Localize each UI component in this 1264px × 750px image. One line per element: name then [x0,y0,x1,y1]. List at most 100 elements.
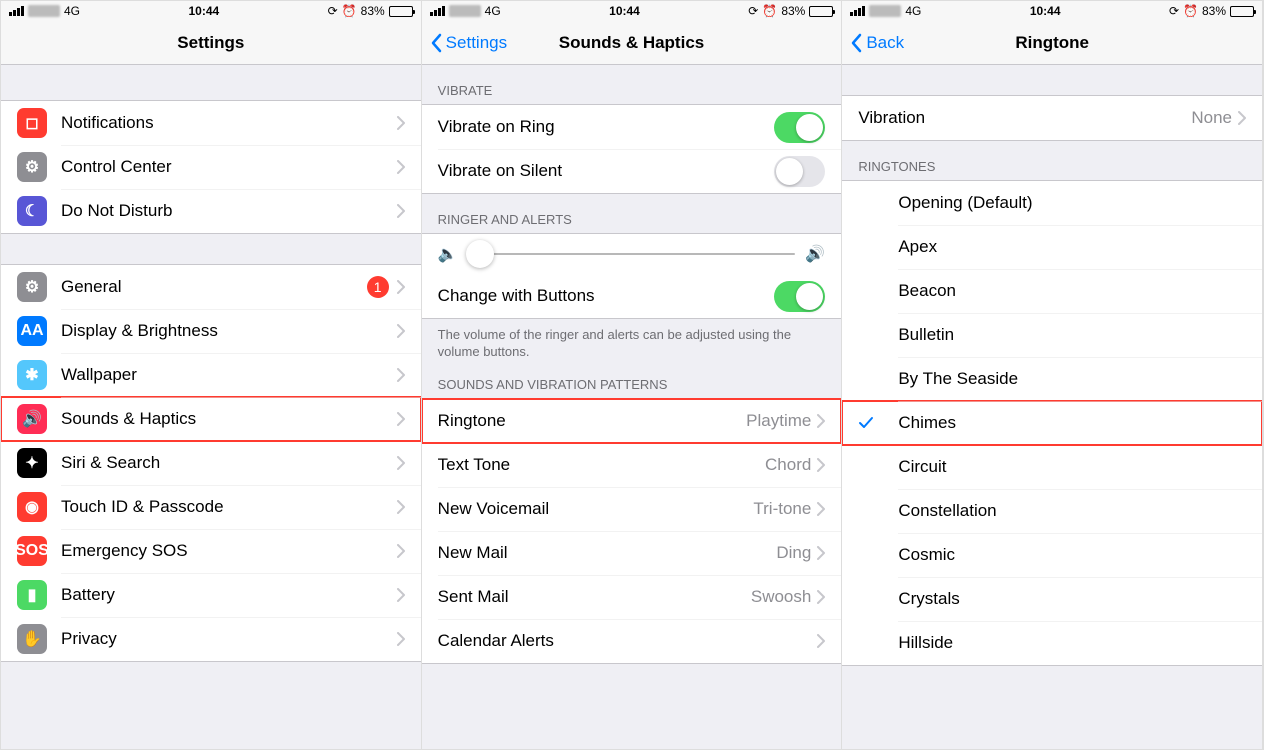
vibrate-row[interactable]: Vibrate on Ring [422,105,842,149]
back-button[interactable]: Back [850,33,904,53]
toggle[interactable] [774,156,825,187]
settings-group-2: ⚙ General1 AA Display & Brightness ✱Wallpape… [1,264,421,662]
settings-scroll[interactable]: ◻Notifications⚙Control Center☾Do Not Dis… [1,65,421,749]
row-label: Display & Brightness [61,321,397,341]
pattern-row-sent-mail[interactable]: Sent MailSwoosh [422,575,842,619]
ringtone-row-bulletin[interactable]: Bulletin [842,313,1262,357]
ringtone-row-circuit[interactable]: Circuit [842,445,1262,489]
row-label: Constellation [898,501,1246,521]
pattern-row-ringtone[interactable]: RingtonePlaytime [422,399,842,443]
battery-icon [1230,6,1254,17]
change-with-buttons-row[interactable]: Change with Buttons [422,274,842,318]
vibrate-row[interactable]: Vibrate on Silent [422,149,842,193]
status-time: 10:44 [188,4,219,18]
chevron-right-icon [817,458,825,472]
ringtone-row-apex[interactable]: Apex [842,225,1262,269]
row-label: Touch ID & Passcode [61,497,397,517]
status-time: 10:44 [1030,4,1061,18]
row-label: Opening (Default) [898,193,1246,213]
screen-settings: 4G 10:44 ⟳ ⏰ 83% Settings ◻Notifications… [1,1,422,749]
change-with-buttons-toggle[interactable] [774,281,825,312]
row-value: Chord [765,455,811,475]
vibration-row[interactable]: Vibration None [842,96,1262,140]
ringtone-row-by-the-seaside[interactable]: By The Seaside [842,357,1262,401]
volume-slider[interactable] [468,253,796,255]
settings-row-notifications[interactable]: ◻Notifications [1,101,421,145]
status-time: 10:44 [609,4,640,18]
row-label: Cosmic [898,545,1246,565]
settings-row-privacy[interactable]: ✋Privacy [1,617,421,661]
settings-row-display[interactable]: AA Display & Brightness [1,309,421,353]
settings-row-control-center[interactable]: ⚙Control Center [1,145,421,189]
settings-row-battery[interactable]: ▮Battery [1,573,421,617]
ringtone-scroll[interactable]: Vibration None RINGTONES Opening (Defaul… [842,65,1262,749]
row-value: Playtime [746,411,811,431]
speaker-high-icon: 🔊 [805,244,825,264]
ringtone-row-chimes[interactable]: Chimes [842,401,1262,445]
row-label: Notifications [61,113,397,133]
battery-pct: 83% [1202,4,1226,18]
carrier-blur [449,5,481,17]
chevron-right-icon [397,324,405,338]
page-title: Settings [1,33,421,53]
row-label: Vibrate on Silent [438,161,775,181]
signal-icon [850,6,865,16]
row-label: Control Center [61,157,397,177]
row-label: Ringtone [438,411,746,431]
row-label: General [61,277,367,297]
back-button[interactable]: Settings [430,33,507,53]
row-value: Ding [776,543,811,563]
network-type: 4G [64,4,80,18]
row-label: Wallpaper [61,365,397,385]
battery-icon [389,6,413,17]
settings-row-sos[interactable]: SOSEmergency SOS [1,529,421,573]
badge: 1 [367,276,389,298]
pattern-row-new-voicemail[interactable]: New VoicemailTri-tone [422,487,842,531]
settings-row-touchid[interactable]: ◉Touch ID & Passcode [1,485,421,529]
general-icon: ⚙ [17,272,47,302]
ringtone-row-crystals[interactable]: Crystals [842,577,1262,621]
signal-icon [430,6,445,16]
status-bar: 4G 10:44 ⟳ ⏰ 83% [842,1,1262,21]
chevron-right-icon [397,368,405,382]
settings-row-siri[interactable]: ✦Siri & Search [1,441,421,485]
chevron-right-icon [1238,111,1246,125]
settings-row-general[interactable]: ⚙ General1 [1,265,421,309]
sounds-icon: 🔊 [17,404,47,434]
carrier-blur [869,5,901,17]
ringtone-row-opening-default-[interactable]: Opening (Default) [842,181,1262,225]
row-label: Emergency SOS [61,541,397,561]
ringtone-row-constellation[interactable]: Constellation [842,489,1262,533]
ringtone-row-hillside[interactable]: Hillside [842,621,1262,665]
chevron-right-icon [397,280,405,294]
row-label: Bulletin [898,325,1246,345]
chevron-left-icon [850,33,862,53]
pattern-row-calendar-alerts[interactable]: Calendar Alerts [422,619,842,663]
alarm-icon: ⏰ [1183,4,1198,18]
ringtone-row-beacon[interactable]: Beacon [842,269,1262,313]
privacy-icon: ✋ [17,624,47,654]
ringer-footer: The volume of the ringer and alerts can … [422,319,842,369]
settings-row-sounds[interactable]: 🔊Sounds & Haptics [1,397,421,441]
row-label: Battery [61,585,397,605]
pattern-row-text-tone[interactable]: Text ToneChord [422,443,842,487]
settings-row-dnd[interactable]: ☾Do Not Disturb [1,189,421,233]
chevron-right-icon [397,456,405,470]
carrier-blur [28,5,60,17]
settings-row-wallpaper[interactable]: ✱Wallpaper [1,353,421,397]
row-label: Crystals [898,589,1246,609]
row-label: Change with Buttons [438,286,775,306]
display-icon: AA [17,316,47,346]
back-label: Back [866,33,904,53]
sounds-scroll[interactable]: VIBRATE Vibrate on RingVibrate on Silent… [422,65,842,749]
ringtone-row-cosmic[interactable]: Cosmic [842,533,1262,577]
row-label: Text Tone [438,455,765,475]
chevron-right-icon [397,160,405,174]
chevron-right-icon [397,544,405,558]
slider-thumb[interactable] [466,240,494,268]
toggle[interactable] [774,112,825,143]
chevron-right-icon [817,414,825,428]
pattern-row-new-mail[interactable]: New MailDing [422,531,842,575]
vibrate-group: Vibrate on Ring Vibrate on Silent [422,104,842,194]
nav-bar: Back Ringtone [842,21,1262,65]
